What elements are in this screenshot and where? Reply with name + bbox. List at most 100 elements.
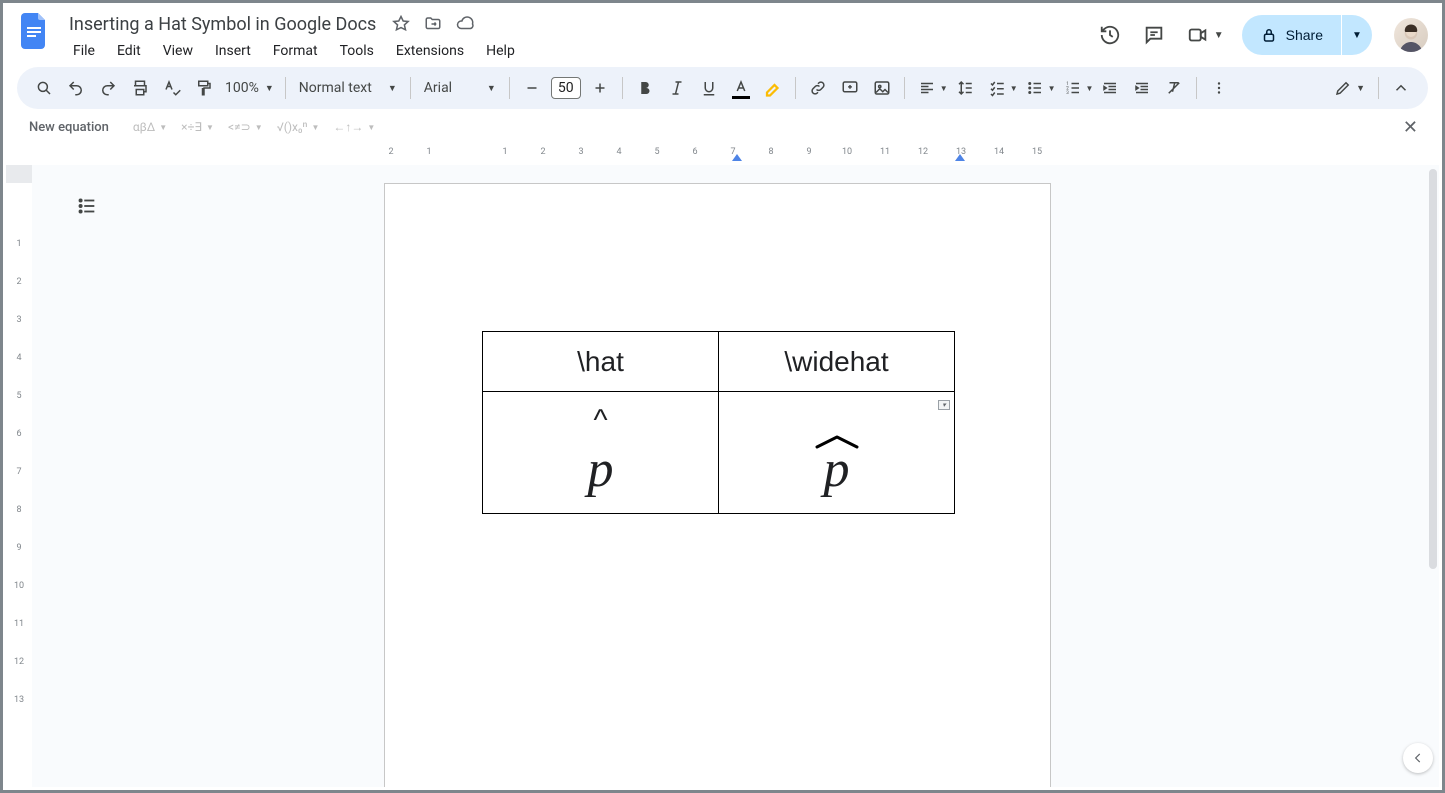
hat-accent: ^: [593, 404, 607, 438]
cloud-status-icon[interactable]: [456, 15, 474, 33]
close-equation-button[interactable]: ✕: [1395, 113, 1426, 142]
bold-button[interactable]: [630, 73, 660, 103]
vertical-ruler[interactable]: 12345678910111213: [6, 165, 32, 787]
work-area: 12345678910111213 \hat \widehat ^ p: [6, 165, 1439, 787]
document-title[interactable]: Inserting a Hat Symbol in Google Docs: [65, 13, 380, 36]
ruler-tick: 5: [16, 391, 21, 401]
collapse-toolbar-button[interactable]: [1386, 73, 1416, 103]
text-color-button[interactable]: [726, 73, 756, 103]
menu-insert[interactable]: Insert: [207, 39, 259, 63]
menu-file[interactable]: File: [65, 39, 103, 63]
insert-image-button[interactable]: [867, 73, 897, 103]
vertical-scrollbar[interactable]: [1427, 165, 1439, 787]
ruler-tick: 13: [14, 695, 24, 705]
horizontal-ruler-row: 21123456789101112131415: [3, 145, 1442, 163]
widehat-base: p: [824, 440, 850, 499]
share-button[interactable]: Share: [1242, 15, 1341, 55]
equation-math-menu[interactable]: √()x₀ⁿ▼: [277, 120, 320, 134]
meet-dropdown-icon[interactable]: ▼: [1214, 30, 1224, 41]
chevron-down-icon: ▼: [388, 83, 397, 94]
document-table[interactable]: \hat \widehat ^ p ▾: [482, 331, 955, 514]
ruler-tick: 11: [14, 619, 24, 629]
align-button[interactable]: [912, 73, 942, 103]
checklist-button[interactable]: [982, 73, 1012, 103]
line-spacing-button[interactable]: [950, 73, 980, 103]
increase-font-size-button[interactable]: [585, 73, 615, 103]
increase-indent-button[interactable]: [1127, 73, 1157, 103]
ruler-tick: 10: [14, 581, 24, 591]
print-button[interactable]: [125, 73, 155, 103]
ruler-tick: 6: [692, 147, 697, 157]
spellcheck-button[interactable]: [157, 73, 187, 103]
ruler-tick: 7: [16, 467, 21, 477]
decrease-font-size-button[interactable]: [517, 73, 547, 103]
right-indent-marker[interactable]: [955, 154, 965, 161]
italic-button[interactable]: [662, 73, 692, 103]
document-page[interactable]: \hat \widehat ^ p ▾: [384, 183, 1051, 787]
clear-formatting-button[interactable]: [1159, 73, 1189, 103]
first-line-indent-marker[interactable]: [732, 154, 742, 161]
star-icon[interactable]: [392, 15, 410, 33]
redo-button[interactable]: [93, 73, 123, 103]
editing-mode-button[interactable]: ▼: [1328, 79, 1371, 97]
chevron-down-icon: ▼: [1356, 83, 1365, 94]
undo-button[interactable]: [61, 73, 91, 103]
paint-format-button[interactable]: [189, 73, 219, 103]
chevron-down-icon: ▼: [265, 83, 274, 94]
equation-greek-menu[interactable]: αβΔ▼: [133, 120, 167, 134]
table-cell[interactable]: ▾ p: [719, 392, 955, 514]
equation-relations-menu[interactable]: <≠⊃▼: [228, 120, 263, 134]
document-canvas[interactable]: \hat \widehat ^ p ▾: [32, 165, 1439, 787]
menu-view[interactable]: View: [155, 39, 201, 63]
hat-base: p: [588, 440, 614, 499]
ruler-tick: 1: [426, 147, 431, 157]
menu-extensions[interactable]: Extensions: [388, 39, 472, 63]
ruler-tick: 2: [16, 277, 21, 287]
bulleted-list-button[interactable]: [1020, 73, 1050, 103]
account-avatar[interactable]: [1394, 18, 1428, 52]
share-label: Share: [1286, 27, 1323, 43]
ruler-tick: 6: [16, 429, 21, 439]
underline-button[interactable]: [694, 73, 724, 103]
menubar: File Edit View Insert Format Tools Exten…: [65, 39, 1085, 63]
highlight-color-button[interactable]: [758, 73, 788, 103]
decrease-indent-button[interactable]: [1095, 73, 1125, 103]
equation-arrows-menu[interactable]: ←↑→▼: [333, 120, 375, 134]
font-size-input[interactable]: 50: [551, 77, 581, 99]
docs-logo[interactable]: [17, 13, 53, 49]
table-cell[interactable]: \hat: [483, 332, 719, 392]
toolbar: 100%▼ Normal text▼ Arial▼ 50 ▼ ▼ ▼ 123 ▼: [17, 67, 1428, 109]
share-dropdown-button[interactable]: ▼: [1342, 15, 1372, 55]
ruler-tick: 1: [502, 147, 507, 157]
move-icon[interactable]: [424, 15, 442, 33]
equation-toolbar: New equation αβΔ▼ ×÷∃▼ <≠⊃▼ √()x₀ⁿ▼ ←↑→▼…: [3, 109, 1442, 145]
font-family-select[interactable]: Arial▼: [418, 80, 502, 96]
menu-tools[interactable]: Tools: [332, 39, 382, 63]
menu-format[interactable]: Format: [265, 39, 326, 63]
ruler-tick: 12: [14, 657, 24, 667]
menu-help[interactable]: Help: [478, 39, 523, 63]
ruler-tick: 10: [842, 147, 852, 157]
ruler-tick: 3: [578, 147, 583, 157]
ruler-tick: 2: [388, 147, 393, 157]
ruler-tick: 1: [16, 239, 21, 249]
table-cell[interactable]: ^ p: [483, 392, 719, 514]
insert-link-button[interactable]: [803, 73, 833, 103]
paragraph-style-select[interactable]: Normal text▼: [293, 80, 403, 96]
search-menus-button[interactable]: [29, 73, 59, 103]
add-comment-button[interactable]: [835, 73, 865, 103]
equation-operators-menu[interactable]: ×÷∃▼: [181, 120, 214, 134]
comments-icon[interactable]: [1141, 22, 1167, 48]
more-button[interactable]: [1204, 73, 1234, 103]
meet-icon[interactable]: [1185, 22, 1211, 48]
menu-edit[interactable]: Edit: [109, 39, 149, 63]
zoom-select[interactable]: 100%▼: [221, 80, 278, 96]
ruler-tick: 12: [918, 147, 928, 157]
outline-icon: [76, 195, 98, 217]
horizontal-ruler[interactable]: 21123456789101112131415: [29, 145, 1442, 163]
new-equation-button[interactable]: New equation: [19, 116, 119, 139]
numbered-list-button[interactable]: 123: [1058, 73, 1088, 103]
history-icon[interactable]: [1097, 22, 1123, 48]
table-cell[interactable]: \widehat: [719, 332, 955, 392]
show-outline-button[interactable]: [70, 189, 104, 223]
